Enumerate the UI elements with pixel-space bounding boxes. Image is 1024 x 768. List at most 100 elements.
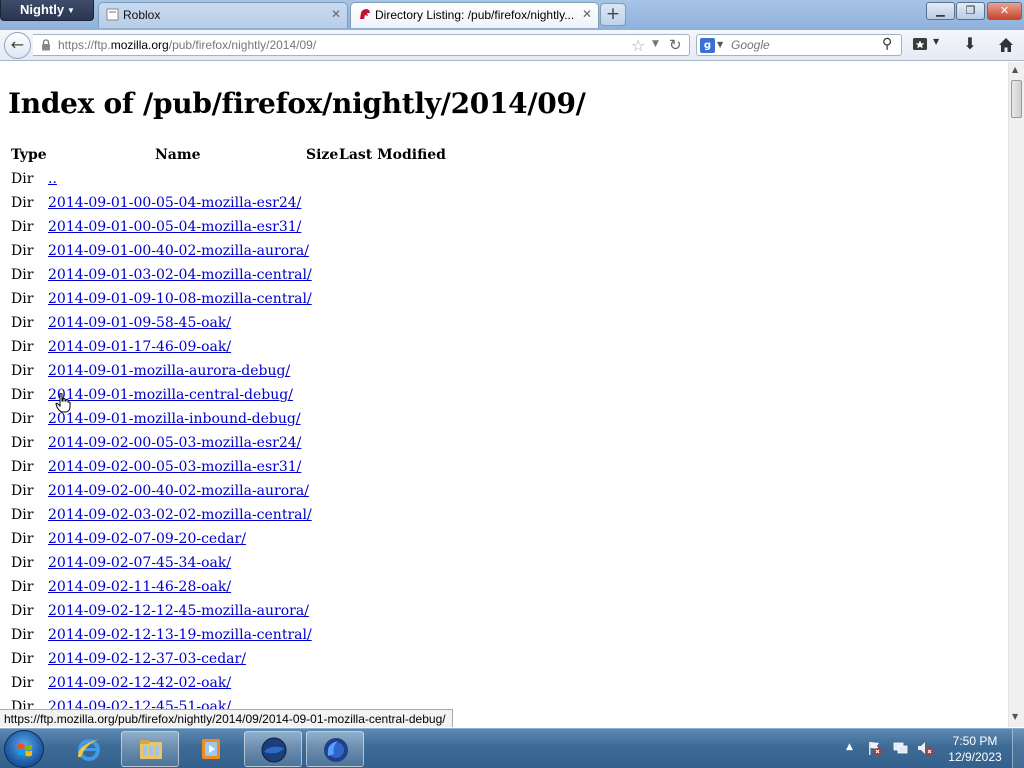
minimize-button[interactable]: ▁ bbox=[926, 2, 955, 20]
windows-logo-icon bbox=[18, 743, 32, 757]
listing-row: Dir 2014-09-01-03-02-04-mozilla-central/ bbox=[0, 267, 600, 291]
clock-time[interactable]: 7:50 PM bbox=[945, 734, 1005, 748]
engine-dropdown-icon[interactable]: ▼ bbox=[717, 40, 723, 49]
back-button[interactable]: ← bbox=[4, 32, 31, 59]
directory-link[interactable]: 2014-09-01-09-58-45-oak/ bbox=[48, 315, 231, 331]
restore-button[interactable]: ❐ bbox=[956, 2, 985, 20]
directory-link[interactable]: 2014-09-02-03-02-02-mozilla-central/ bbox=[48, 507, 312, 523]
directory-link[interactable]: 2014-09-02-07-45-34-oak/ bbox=[48, 555, 231, 571]
scroll-up-arrow-icon[interactable]: ▲ bbox=[1012, 65, 1018, 74]
directory-link[interactable]: .. bbox=[48, 171, 57, 187]
directory-link[interactable]: 2014-09-01-00-05-04-mozilla-esr31/ bbox=[48, 219, 301, 235]
downloads-button[interactable]: ⬇ bbox=[960, 34, 980, 56]
directory-link[interactable]: 2014-09-02-11-46-28-oak/ bbox=[48, 579, 231, 595]
scroll-down-arrow-icon[interactable]: ▼ bbox=[1012, 712, 1018, 721]
taskbar-windows-explorer[interactable] bbox=[121, 731, 179, 767]
lock-icon bbox=[42, 39, 50, 51]
scroll-thumb[interactable] bbox=[1011, 80, 1022, 118]
column-header-type: Type bbox=[11, 147, 47, 163]
taskbar: ▲ 7:50 PM 12/9/2023 bbox=[0, 728, 1024, 768]
tab-roblox[interactable]: Roblox ✕ bbox=[98, 2, 348, 28]
vertical-scrollbar[interactable]: ▲ ▼ bbox=[1008, 62, 1024, 727]
listing-row: Dir 2014-09-01-00-05-04-mozilla-esr24/ bbox=[0, 195, 600, 219]
new-tab-button[interactable]: + bbox=[600, 3, 626, 26]
bookmark-star-icon[interactable]: ☆ bbox=[631, 36, 645, 55]
history-dropdown-icon[interactable]: ▼ bbox=[652, 39, 659, 49]
media-icon bbox=[202, 739, 220, 759]
listing-row: Dir 2014-09-02-12-13-19-mozilla-central/ bbox=[0, 627, 600, 651]
url-scheme: https://ftp. bbox=[58, 38, 111, 52]
network-icon[interactable] bbox=[892, 740, 908, 756]
close-tab-icon[interactable]: ✕ bbox=[582, 7, 592, 21]
type-cell: Dir bbox=[11, 219, 34, 235]
directory-link[interactable]: 2014-09-01-mozilla-central-debug/ bbox=[48, 387, 293, 403]
directory-link[interactable]: 2014-09-01-17-46-09-oak/ bbox=[48, 339, 231, 355]
search-icon[interactable]: ⚲ bbox=[882, 36, 892, 52]
type-cell: Dir bbox=[11, 411, 34, 427]
directory-link[interactable]: 2014-09-02-00-05-03-mozilla-esr31/ bbox=[48, 459, 301, 475]
app-menu-label: Nightly bbox=[20, 2, 65, 17]
directory-link[interactable]: 2014-09-01-03-02-04-mozilla-central/ bbox=[48, 267, 312, 283]
link-status-overlay: https://ftp.mozilla.org/pub/firefox/nigh… bbox=[0, 709, 453, 727]
column-header-name: Name bbox=[155, 147, 201, 163]
hand-cursor-icon bbox=[55, 393, 71, 413]
listing-row: Dir 2014-09-02-00-05-03-mozilla-esr31/ bbox=[0, 459, 600, 483]
home-button[interactable] bbox=[996, 34, 1016, 56]
listing-row: Dir 2014-09-01-09-58-45-oak/ bbox=[0, 315, 600, 339]
back-arrow-icon: ← bbox=[10, 35, 25, 54]
bookmarks-dropdown-icon: ▼ bbox=[933, 37, 940, 46]
download-arrow-icon: ⬇ bbox=[963, 34, 977, 53]
show-desktop-button[interactable] bbox=[1012, 729, 1024, 768]
type-cell: Dir bbox=[11, 555, 34, 571]
type-cell: Dir bbox=[11, 363, 34, 379]
taskbar-roblox[interactable] bbox=[244, 731, 302, 767]
type-cell: Dir bbox=[11, 603, 34, 619]
close-window-button[interactable]: ✕ bbox=[987, 2, 1022, 20]
directory-link[interactable]: 2014-09-01-09-10-08-mozilla-central/ bbox=[48, 291, 312, 307]
type-cell: Dir bbox=[11, 387, 34, 403]
google-engine-icon[interactable]: g bbox=[700, 38, 715, 53]
directory-link[interactable]: 2014-09-01-mozilla-aurora-debug/ bbox=[48, 363, 290, 379]
volume-muted-icon[interactable] bbox=[916, 740, 934, 756]
mozilla-dino-icon bbox=[360, 9, 370, 19]
taskbar-media-player[interactable] bbox=[182, 731, 240, 767]
search-bar[interactable]: g ▼ ⚲ bbox=[696, 34, 902, 56]
directory-link[interactable]: 2014-09-02-12-13-19-mozilla-central/ bbox=[48, 627, 312, 643]
type-cell: Dir bbox=[11, 171, 34, 187]
show-hidden-icons-icon[interactable]: ▲ bbox=[846, 742, 853, 752]
action-center-flag-icon[interactable] bbox=[866, 740, 882, 756]
page-content: Index of /pub/firefox/nightly/2014/09/ T… bbox=[0, 62, 1008, 727]
taskbar-internet-explorer[interactable] bbox=[60, 731, 118, 767]
start-button[interactable] bbox=[4, 730, 44, 768]
directory-link[interactable]: 2014-09-02-00-40-02-mozilla-aurora/ bbox=[48, 483, 309, 499]
home-icon bbox=[999, 38, 1013, 52]
directory-link[interactable]: 2014-09-01-mozilla-inbound-debug/ bbox=[48, 411, 301, 427]
directory-link[interactable]: 2014-09-01-00-40-02-mozilla-aurora/ bbox=[48, 243, 309, 259]
url-text[interactable]: https://ftp.mozilla.org/pub/firefox/nigh… bbox=[58, 38, 316, 52]
directory-link[interactable]: 2014-09-01-00-05-04-mozilla-esr24/ bbox=[48, 195, 301, 211]
nightly-icon bbox=[324, 738, 348, 762]
roblox-icon bbox=[261, 737, 287, 763]
type-cell: Dir bbox=[11, 195, 34, 211]
directory-link[interactable]: 2014-09-02-12-37-03-cedar/ bbox=[48, 651, 246, 667]
reload-icon[interactable]: ↻ bbox=[669, 36, 682, 54]
close-tab-icon[interactable]: ✕ bbox=[331, 7, 341, 21]
search-input[interactable] bbox=[731, 37, 876, 53]
directory-link[interactable]: 2014-09-02-12-42-02-oak/ bbox=[48, 675, 231, 691]
tab-title: Roblox bbox=[123, 8, 161, 22]
listing-row: Dir 2014-09-02-00-05-03-mozilla-esr24/ bbox=[0, 435, 600, 459]
url-bar[interactable]: https://ftp.mozilla.org/pub/firefox/nigh… bbox=[33, 34, 690, 56]
bookmarks-menu-button[interactable]: ▼ bbox=[912, 35, 948, 55]
type-cell: Dir bbox=[11, 243, 34, 259]
taskbar-nightly[interactable] bbox=[306, 731, 364, 767]
type-cell: Dir bbox=[11, 291, 34, 307]
listing-row: Dir 2014-09-02-11-46-28-oak/ bbox=[0, 579, 600, 603]
app-menu-button[interactable]: Nightly ▼ bbox=[0, 0, 94, 21]
directory-link[interactable]: 2014-09-02-12-12-45-mozilla-aurora/ bbox=[48, 603, 309, 619]
clock-date[interactable]: 12/9/2023 bbox=[945, 750, 1005, 764]
directory-link[interactable]: 2014-09-02-00-05-03-mozilla-esr24/ bbox=[48, 435, 301, 451]
tab-directory-listing[interactable]: Directory Listing: /pub/firefox/nightly.… bbox=[350, 2, 599, 28]
listing-row: Dir 2014-09-01-00-05-04-mozilla-esr31/ bbox=[0, 219, 600, 243]
listing-row: Dir 2014-09-02-07-09-20-cedar/ bbox=[0, 531, 600, 555]
directory-link[interactable]: 2014-09-02-07-09-20-cedar/ bbox=[48, 531, 246, 547]
